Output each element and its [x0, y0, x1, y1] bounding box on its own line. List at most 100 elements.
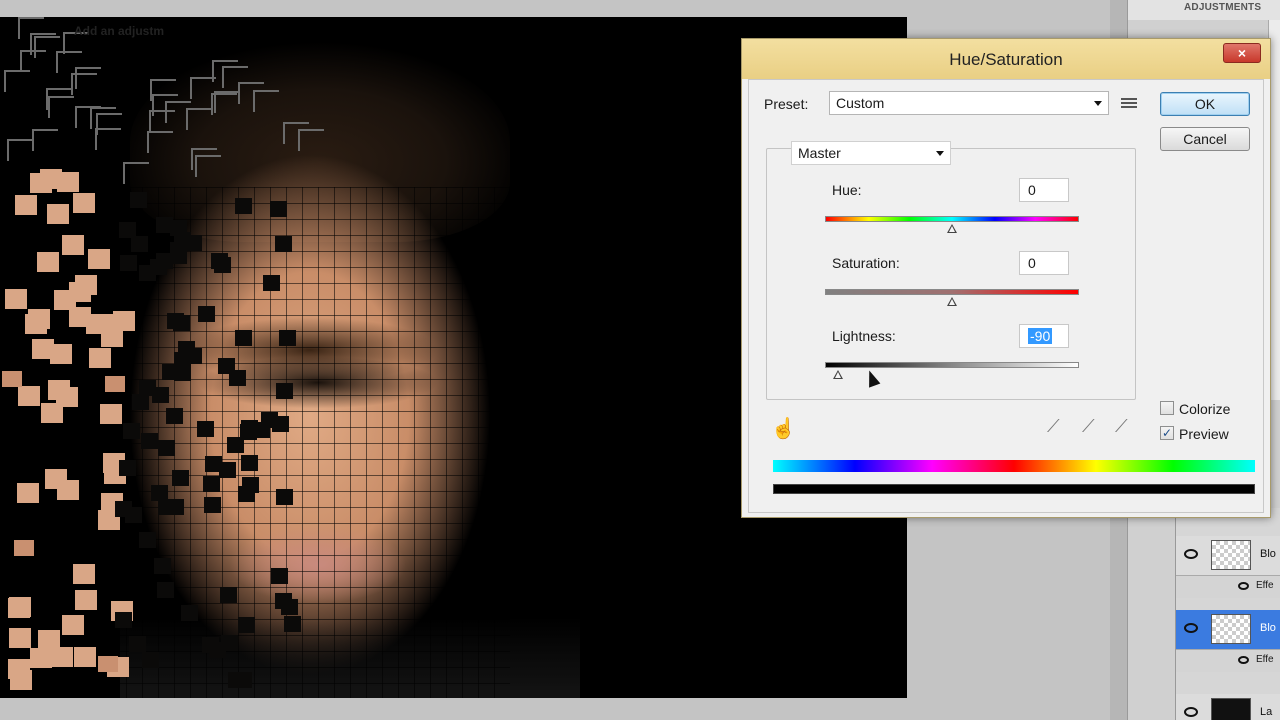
preview-checkbox[interactable]: ✓ [1160, 426, 1174, 440]
mosaic-tile [30, 648, 52, 668]
lightness-slider-thumb[interactable] [832, 370, 843, 379]
mosaic-tile [154, 558, 171, 574]
hue-value: 0 [1028, 182, 1036, 198]
mosaic-tile [18, 386, 40, 406]
dialog-client-area: Preset: Custom OK Cancel Master Hue: 0 S… [748, 79, 1264, 513]
layer-row-selected[interactable]: Blo [1176, 610, 1280, 650]
mosaic-tile [8, 598, 30, 618]
mosaic-tile [88, 249, 110, 269]
hue-input[interactable]: 0 [1019, 178, 1069, 202]
mosaic-tile [167, 313, 184, 329]
mosaic-tile [221, 635, 238, 651]
lightness-input[interactable]: -90 [1019, 324, 1069, 348]
eyedropper-minus-icon[interactable]: ⟋ [1115, 416, 1128, 437]
mosaic-tile [119, 460, 136, 476]
mosaic-tile [123, 423, 140, 439]
mosaic-tile [211, 93, 237, 115]
list-menu-icon[interactable] [1121, 98, 1137, 110]
mosaic-tile [139, 532, 156, 548]
mosaic-tile [205, 456, 222, 472]
mosaic-tile [284, 616, 301, 632]
layer-row[interactable]: La [1176, 694, 1280, 720]
mosaic-tile [105, 376, 125, 392]
hue-slider-track[interactable] [825, 216, 1079, 222]
mosaic-tile [220, 587, 237, 603]
eye-icon[interactable] [1184, 707, 1198, 717]
mosaic-tile [100, 404, 122, 424]
mosaic-tile [238, 617, 255, 633]
mosaic-tile [89, 348, 111, 368]
hue-saturation-dialog: Hue/Saturation × Preset: Custom OK Cance… [741, 38, 1271, 518]
mosaic-tile [222, 66, 248, 88]
mosaic-tile [263, 275, 280, 291]
channel-value: Master [798, 145, 841, 161]
mosaic-tile [37, 252, 59, 272]
mosaic-tile [2, 371, 22, 387]
mosaic-tile [115, 612, 132, 628]
mosaic-tile [279, 330, 296, 346]
eyedropper-icon[interactable]: ⟋ [1047, 416, 1060, 437]
saturation-value: 0 [1028, 255, 1036, 271]
mosaic-tile [195, 155, 221, 177]
mosaic-tile [32, 339, 54, 359]
targeted-adjustment-hand-icon[interactable]: ☝ [771, 416, 796, 441]
mosaic-tile [203, 476, 220, 492]
dialog-title-bar[interactable]: Hue/Saturation × [742, 39, 1270, 79]
lightness-slider-track[interactable] [825, 362, 1079, 368]
dialog-title: Hue/Saturation [949, 50, 1063, 69]
mosaic-tile [270, 201, 287, 217]
effects-label: Effe [1256, 580, 1274, 591]
mosaic-tile [276, 489, 293, 505]
channel-dropdown[interactable]: Master [791, 141, 951, 165]
mosaic-tile [283, 122, 309, 144]
adjustments-panel-header[interactable]: ADJUSTMENTS [1128, 0, 1280, 20]
chevron-down-icon [1094, 101, 1102, 106]
mosaic-tile [130, 192, 147, 208]
mosaic-tile [165, 101, 191, 123]
mosaic-tile [32, 129, 58, 151]
mosaic-tile [141, 433, 158, 449]
preset-value: Custom [836, 95, 885, 111]
mosaic-tile [62, 615, 84, 635]
mosaic-tile [174, 365, 191, 381]
preset-dropdown[interactable]: Custom [829, 91, 1109, 115]
layer-thumbnail [1211, 698, 1251, 720]
ok-button[interactable]: OK [1160, 92, 1250, 116]
mosaic-tile [69, 307, 91, 327]
mosaic-tile [204, 497, 221, 513]
mosaic-tile [158, 499, 175, 515]
mosaic-tile [229, 370, 246, 386]
eyedropper-plus-icon[interactable]: ⟋ [1082, 416, 1095, 437]
mosaic-tile [166, 408, 183, 424]
hue-slider-thumb[interactable] [947, 224, 957, 233]
layer-name: Blo [1260, 622, 1276, 634]
eye-icon[interactable] [1184, 623, 1198, 633]
saturation-slider-thumb[interactable] [947, 297, 957, 306]
eye-icon[interactable] [1238, 582, 1249, 590]
saturation-input[interactable]: 0 [1019, 251, 1069, 275]
mosaic-tile [139, 265, 156, 281]
layer-effects-row[interactable]: Effe [1176, 576, 1280, 598]
mosaic-tile [62, 235, 84, 255]
hue-label: Hue: [832, 182, 862, 198]
layer-row[interactable]: Blo [1176, 536, 1280, 576]
mosaic-tile [275, 236, 292, 252]
eye-icon[interactable] [1184, 549, 1198, 559]
colorize-checkbox[interactable] [1160, 401, 1174, 415]
lightness-value: -90 [1028, 328, 1053, 344]
layer-effects-row[interactable]: Effe [1176, 650, 1280, 672]
mosaic-tile [41, 403, 63, 423]
colorize-label: Colorize [1179, 401, 1231, 417]
mosaic-tile [34, 36, 60, 58]
saturation-slider-track[interactable] [825, 289, 1079, 295]
mosaic-tile [235, 330, 252, 346]
chevron-down-icon [936, 151, 944, 156]
layer-name: La [1260, 706, 1273, 718]
mosaic-tile [253, 90, 279, 112]
eye-icon[interactable] [1238, 656, 1249, 664]
mosaic-tile [17, 483, 39, 503]
layer-thumbnail [1211, 540, 1251, 570]
cancel-button[interactable]: Cancel [1160, 127, 1250, 151]
close-button[interactable]: × [1223, 43, 1261, 63]
mosaic-tile [197, 421, 214, 437]
